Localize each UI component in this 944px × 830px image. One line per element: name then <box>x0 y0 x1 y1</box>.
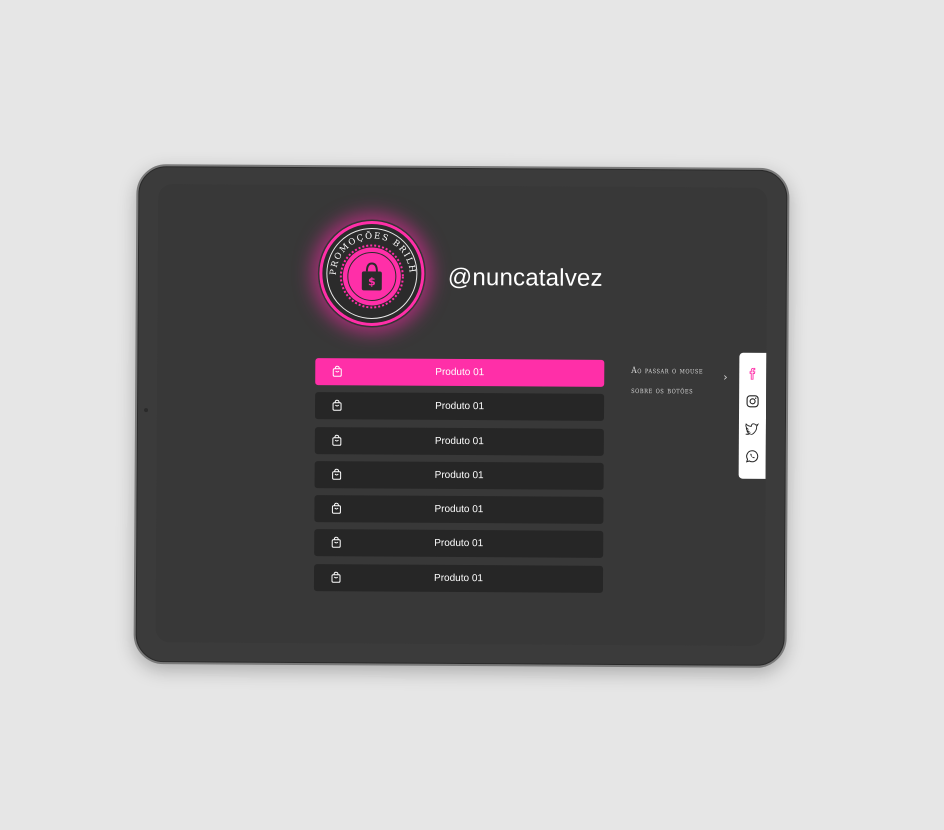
camera-dot <box>144 408 149 413</box>
product-button-4[interactable]: Produto 01 <box>314 460 604 490</box>
shopping-bag-icon <box>331 537 341 549</box>
product-button-5[interactable]: Produto 01 <box>314 495 604 525</box>
product-button-label: Produto 01 <box>434 469 484 482</box>
tablet-screen: PROMOÇÕES BRILHANTE $ @nuncatalvez Produ… <box>155 184 768 646</box>
shopping-bag-icon <box>331 571 341 583</box>
hint-line-2: sobre os botões <box>631 386 694 397</box>
product-button-3[interactable]: Produto 01 <box>314 426 604 456</box>
product-button-1[interactable]: Produto 01 <box>315 358 605 387</box>
logo-dollar: $ <box>368 275 376 288</box>
product-button-2[interactable]: Produto 01 <box>314 392 605 422</box>
product-button-label: Produto 01 <box>434 538 484 550</box>
product-button-6[interactable]: Produto 01 <box>314 529 604 559</box>
product-button-label: Produto 01 <box>435 401 485 413</box>
product-button-label: Produto 01 <box>435 366 485 379</box>
facebook-icon[interactable] <box>745 367 759 381</box>
social-bar <box>738 352 767 479</box>
hover-hint: Ao passar o mouse sobre os botões <box>631 361 713 401</box>
twitter-icon[interactable] <box>745 422 759 436</box>
product-button-7[interactable]: Produto 01 <box>313 563 604 593</box>
tablet-frame: PROMOÇÕES BRILHANTE $ @nuncatalvez Produ… <box>133 164 790 668</box>
whatsapp-icon[interactable] <box>745 449 759 463</box>
shopping-bag-icon <box>332 468 342 480</box>
brand-logo: PROMOÇÕES BRILHANTE $ <box>318 219 427 328</box>
shopping-bag-icon <box>332 434 342 446</box>
shopping-bag-icon <box>332 400 342 412</box>
shopping-bag-icon <box>332 365 342 377</box>
product-button-label: Produto 01 <box>434 504 484 516</box>
hint-arrow-icon: › <box>723 370 728 384</box>
profile-handle: @nuncatalvez <box>447 263 603 292</box>
shopping-bag-icon <box>331 502 341 514</box>
product-button-list: Produto 01 Produto 01 Produto 01 Produto 01… <box>313 358 605 600</box>
product-button-label: Produto 01 <box>434 435 484 447</box>
instagram-icon[interactable] <box>745 394 759 408</box>
product-button-label: Produto 01 <box>434 572 484 584</box>
hint-line-1: Ao passar o mouse <box>631 366 704 377</box>
